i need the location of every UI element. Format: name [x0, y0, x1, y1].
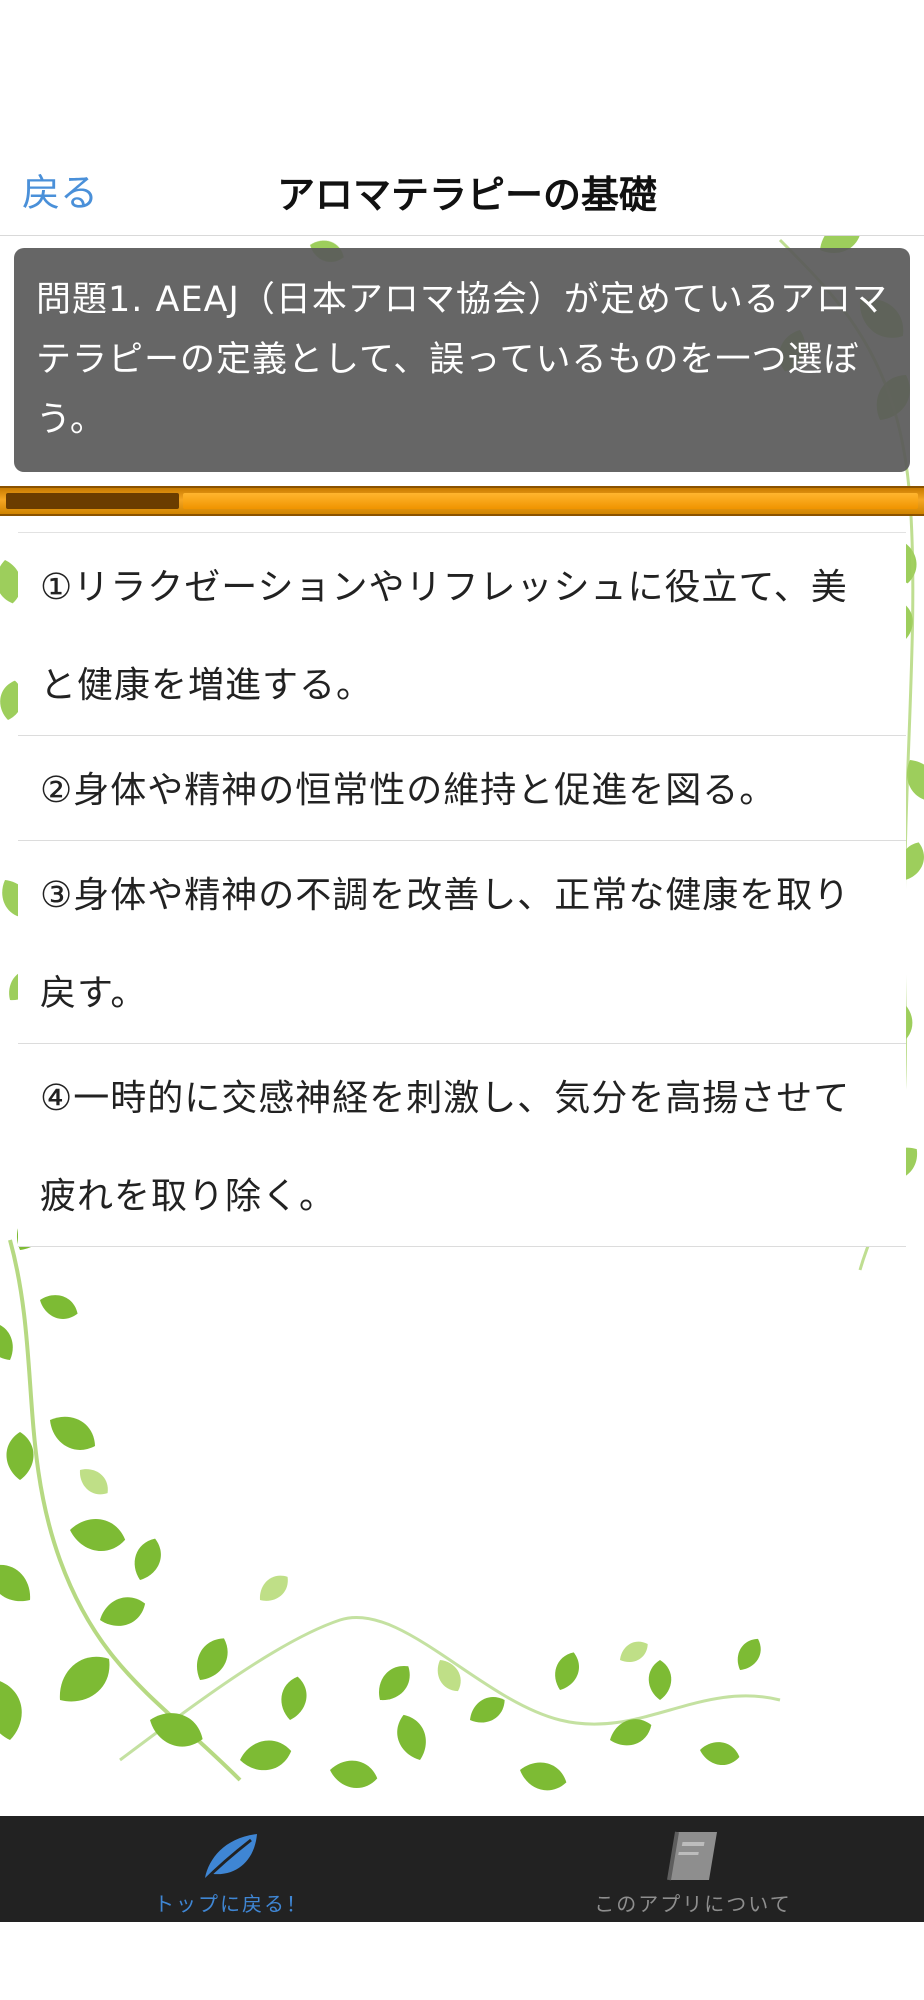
question-text: 問題1. AEAJ（日本アロマ協会）が定めているアロマテラピーの定義として、誤っ…: [36, 280, 888, 440]
answer-option-label: ②身体や精神の恒常性の維持と促進を図る。: [40, 770, 777, 811]
answer-option-3[interactable]: ③身体や精神の不調を改善し、正常な健康を取り戻す。: [18, 841, 906, 1044]
navigation-bar: 戻る アロマテラピーの基礎: [0, 140, 924, 236]
book-icon: [667, 1831, 717, 1881]
tab-top[interactable]: トップに戻る！: [0, 1816, 462, 1922]
tab-about[interactable]: このアプリについて: [462, 1816, 924, 1922]
page-title: アロマテラピーの基礎: [276, 173, 657, 217]
tab-bar: トップに戻る！ このアプリについて: [0, 1816, 924, 1922]
answer-option-label: ③身体や精神の不調を改善し、正常な健康を取り戻す。: [40, 875, 851, 1014]
answer-option-2[interactable]: ②身体や精神の恒常性の維持と促進を図る。: [18, 736, 906, 841]
answer-option-label: ①リラクゼーションやリフレッシュに役立て、美と健康を増進する。: [40, 567, 848, 706]
question-box: 問題1. AEAJ（日本アロマ協会）が定めているアロマテラピーの定義として、誤っ…: [14, 248, 910, 472]
progress-bar: [0, 486, 924, 516]
answer-option-1[interactable]: ①リラクゼーションやリフレッシュに役立て、美と健康を増進する。: [18, 533, 906, 736]
tab-top-label: トップに戻る！: [154, 1892, 308, 1916]
leaf-icon: [201, 1834, 257, 1884]
bottom-safe-area: [0, 1922, 924, 2000]
answer-option-4[interactable]: ④一時的に交感神経を刺激し、気分を高揚させて疲れを取り除く。: [18, 1044, 906, 1247]
answer-list: ①リラクゼーションやリフレッシュに役立て、美と健康を増進する。 ②身体や精神の恒…: [18, 532, 906, 1247]
progress-track: [183, 493, 918, 509]
tab-about-label: このアプリについて: [594, 1892, 792, 1916]
answer-option-label: ④一時的に交感神経を刺激し、気分を高揚させて疲れを取り除く。: [40, 1078, 851, 1217]
progress-fill: [6, 493, 179, 509]
